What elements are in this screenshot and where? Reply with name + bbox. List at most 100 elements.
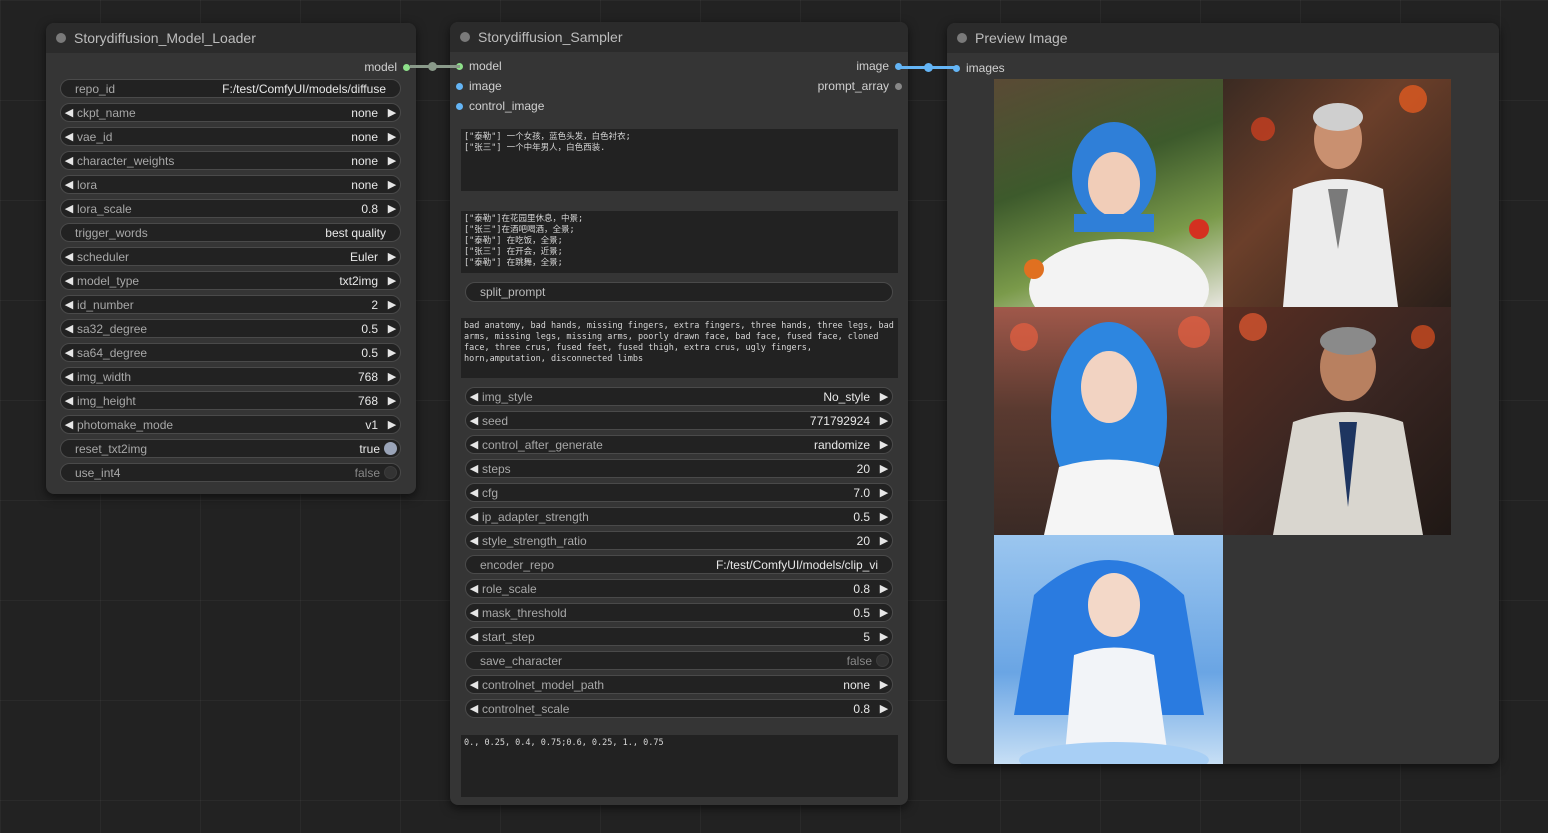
preview-input-images[interactable]: images	[953, 58, 1005, 78]
decrement-arrow-icon[interactable]: ◀	[61, 106, 77, 119]
widget-img-style[interactable]: ◀ img_style No_style ▶	[465, 387, 893, 406]
control-image-input-slot-icon[interactable]	[456, 102, 463, 110]
preview-image-node[interactable]: Preview Image images	[947, 23, 1499, 764]
decrement-arrow-icon[interactable]: ◀	[466, 390, 482, 403]
widget-repo-id[interactable]: repo_id F:/test/ComfyUI/models/diffuse	[60, 79, 401, 98]
increment-arrow-icon[interactable]: ▶	[384, 346, 400, 359]
widget-mask-threshold[interactable]: ◀ mask_threshold 0.5 ▶	[465, 603, 893, 622]
increment-arrow-icon[interactable]: ▶	[384, 274, 400, 287]
sampler-output-image[interactable]: image	[856, 56, 902, 76]
decrement-arrow-icon[interactable]: ◀	[61, 370, 77, 383]
prompt-array-output-slot-icon[interactable]	[895, 82, 902, 90]
widget-encoder-repo[interactable]: encoder_repo F:/test/ComfyUI/models/clip_…	[465, 555, 893, 574]
decrement-arrow-icon[interactable]: ◀	[61, 274, 77, 287]
widget-ip-adapter-strength[interactable]: ◀ ip_adapter_strength 0.5 ▶	[465, 507, 893, 526]
widget-photomake-mode[interactable]: ◀ photomake_mode v1 ▶	[60, 415, 401, 434]
preview-title-bar[interactable]: Preview Image	[947, 23, 1499, 53]
widget-control-after-generate[interactable]: ◀ control_after_generate randomize ▶	[465, 435, 893, 454]
increment-arrow-icon[interactable]: ▶	[384, 298, 400, 311]
widget-id-number[interactable]: ◀ id_number 2 ▶	[60, 295, 401, 314]
sampler-input-image[interactable]: image	[456, 76, 502, 96]
model-output-slot-icon[interactable]	[403, 63, 410, 71]
decrement-arrow-icon[interactable]: ◀	[466, 534, 482, 547]
decrement-arrow-icon[interactable]: ◀	[466, 414, 482, 427]
widget-vae-id[interactable]: ◀ vae_id none ▶	[60, 127, 401, 146]
widget-controlnet-model-path[interactable]: ◀ controlnet_model_path none ▶	[465, 675, 893, 694]
decrement-arrow-icon[interactable]: ◀	[466, 582, 482, 595]
collapse-dot-icon[interactable]	[460, 32, 470, 42]
increment-arrow-icon[interactable]: ▶	[384, 106, 400, 119]
decrement-arrow-icon[interactable]: ◀	[466, 606, 482, 619]
increment-arrow-icon[interactable]: ▶	[384, 154, 400, 167]
increment-arrow-icon[interactable]: ▶	[384, 394, 400, 407]
preview-image-4[interactable]	[1223, 307, 1451, 535]
sampler-input-control-image[interactable]: control_image	[456, 96, 544, 116]
preview-image-1[interactable]	[994, 79, 1223, 307]
increment-arrow-icon[interactable]: ▶	[876, 702, 892, 715]
widget-controlnet-scale[interactable]: ◀ controlnet_scale 0.8 ▶	[465, 699, 893, 718]
widget-steps[interactable]: ◀ steps 20 ▶	[465, 459, 893, 478]
model-loader-node[interactable]: Storydiffusion_Model_Loader model repo_i…	[46, 23, 416, 494]
scene-prompt-textarea[interactable]: ["泰勒"]在花园里休息，中景; ["张三"]在酒吧喝酒，全景; ["泰勒"] …	[461, 211, 898, 273]
decrement-arrow-icon[interactable]: ◀	[61, 250, 77, 263]
widget-reset-txt2img[interactable]: reset_txt2img true	[60, 439, 401, 458]
increment-arrow-icon[interactable]: ▶	[876, 390, 892, 403]
widget-scheduler[interactable]: ◀ scheduler Euler ▶	[60, 247, 401, 266]
loader-output-model[interactable]: model	[364, 57, 410, 77]
decrement-arrow-icon[interactable]: ◀	[61, 346, 77, 359]
decrement-arrow-icon[interactable]: ◀	[61, 130, 77, 143]
toggle-off-icon[interactable]	[384, 466, 397, 479]
widget-character-weights[interactable]: ◀ character_weights none ▶	[60, 151, 401, 170]
increment-arrow-icon[interactable]: ▶	[876, 630, 892, 643]
increment-arrow-icon[interactable]: ▶	[876, 606, 892, 619]
sampler-title-bar[interactable]: Storydiffusion_Sampler	[450, 22, 908, 52]
widget-seed[interactable]: ◀ seed 771792924 ▶	[465, 411, 893, 430]
decrement-arrow-icon[interactable]: ◀	[466, 438, 482, 451]
preview-image-5[interactable]	[994, 535, 1223, 764]
widget-ckpt-name[interactable]: ◀ ckpt_name none ▶	[60, 103, 401, 122]
widget-cfg[interactable]: ◀ cfg 7.0 ▶	[465, 483, 893, 502]
increment-arrow-icon[interactable]: ▶	[876, 510, 892, 523]
widget-start-step[interactable]: ◀ start_step 5 ▶	[465, 627, 893, 646]
increment-arrow-icon[interactable]: ▶	[384, 130, 400, 143]
mask-coordinates-textarea[interactable]: 0., 0.25, 0.4, 0.75;0.6, 0.25, 1., 0.75	[461, 735, 898, 797]
increment-arrow-icon[interactable]: ▶	[876, 414, 892, 427]
preview-image-3[interactable]	[994, 307, 1223, 535]
negative-prompt-textarea[interactable]: bad anatomy, bad hands, missing fingers,…	[461, 318, 898, 378]
widget-role-scale[interactable]: ◀ role_scale 0.8 ▶	[465, 579, 893, 598]
increment-arrow-icon[interactable]: ▶	[876, 678, 892, 691]
widget-img-width[interactable]: ◀ img_width 768 ▶	[60, 367, 401, 386]
sampler-node[interactable]: Storydiffusion_Sampler model image contr…	[450, 22, 908, 805]
widget-lora[interactable]: ◀ lora none ▶	[60, 175, 401, 194]
decrement-arrow-icon[interactable]: ◀	[466, 486, 482, 499]
widget-model-type[interactable]: ◀ model_type txt2img ▶	[60, 271, 401, 290]
wire-midpoint-icon[interactable]	[428, 62, 437, 71]
collapse-dot-icon[interactable]	[56, 33, 66, 43]
decrement-arrow-icon[interactable]: ◀	[61, 394, 77, 407]
increment-arrow-icon[interactable]: ▶	[384, 250, 400, 263]
widget-use-int4[interactable]: use_int4 false	[60, 463, 401, 482]
decrement-arrow-icon[interactable]: ◀	[61, 202, 77, 215]
increment-arrow-icon[interactable]: ▶	[384, 322, 400, 335]
increment-arrow-icon[interactable]: ▶	[384, 418, 400, 431]
widget-lora-scale[interactable]: ◀ lora_scale 0.8 ▶	[60, 199, 401, 218]
decrement-arrow-icon[interactable]: ◀	[61, 418, 77, 431]
increment-arrow-icon[interactable]: ▶	[876, 462, 892, 475]
toggle-off-icon[interactable]	[876, 654, 889, 667]
decrement-arrow-icon[interactable]: ◀	[466, 702, 482, 715]
widget-sa32-degree[interactable]: ◀ sa32_degree 0.5 ▶	[60, 319, 401, 338]
widget-img-height[interactable]: ◀ img_height 768 ▶	[60, 391, 401, 410]
sampler-input-model[interactable]: model	[456, 56, 502, 76]
image-input-slot-icon[interactable]	[456, 82, 463, 90]
decrement-arrow-icon[interactable]: ◀	[61, 178, 77, 191]
sampler-output-prompt-array[interactable]: prompt_array	[818, 76, 902, 96]
character-prompt-textarea[interactable]: ["泰勒"] 一个女孩，蓝色头发，白色衬衣; ["张三"] 一个中年男人，白色西…	[461, 129, 898, 191]
decrement-arrow-icon[interactable]: ◀	[466, 678, 482, 691]
loader-title-bar[interactable]: Storydiffusion_Model_Loader	[46, 23, 416, 53]
increment-arrow-icon[interactable]: ▶	[384, 202, 400, 215]
decrement-arrow-icon[interactable]: ◀	[466, 510, 482, 523]
widget-sa64-degree[interactable]: ◀ sa64_degree 0.5 ▶	[60, 343, 401, 362]
split-prompt-button[interactable]: split_prompt	[465, 282, 893, 302]
widget-style-strength-ratio[interactable]: ◀ style_strength_ratio 20 ▶	[465, 531, 893, 550]
increment-arrow-icon[interactable]: ▶	[876, 486, 892, 499]
